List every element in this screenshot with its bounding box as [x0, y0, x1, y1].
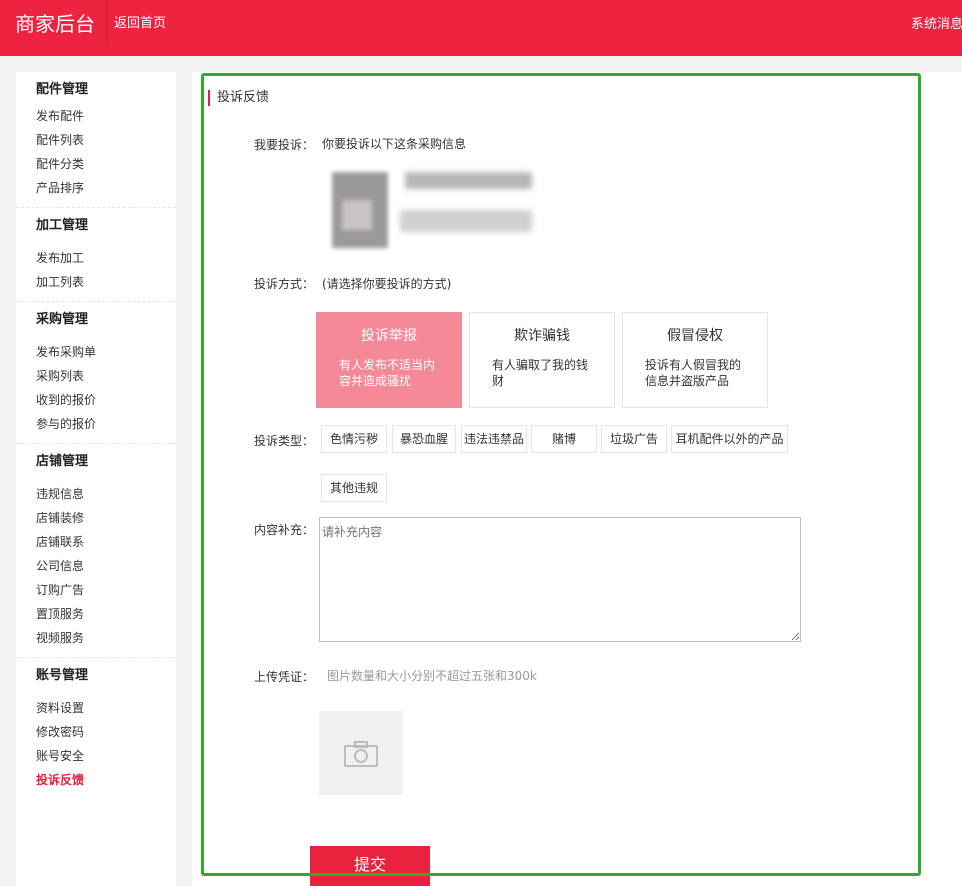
sidebar-item-part-category[interactable]: 配件分类 [36, 156, 84, 172]
sidebar-item-received-quotes[interactable]: 收到的报价 [36, 392, 96, 408]
sidebar-item-publish-processing[interactable]: 发布加工 [36, 250, 84, 266]
sidebar-item-company-info[interactable]: 公司信息 [36, 558, 84, 574]
sidebar-item-store-decor[interactable]: 店铺装修 [36, 510, 84, 526]
top-header: 商家后台 返回首页 系统消息 [0, 0, 962, 56]
sidebar-item-store-contact[interactable]: 店铺联系 [36, 534, 84, 550]
sidebar-item-joined-quotes[interactable]: 参与的报价 [36, 416, 96, 432]
sidebar-item-order-ads[interactable]: 订购广告 [36, 582, 84, 598]
sidebar-group-parts: 配件管理 [36, 82, 89, 97]
sidebar-item-pin-service[interactable]: 置顶服务 [36, 606, 84, 622]
sidebar-group-purchase: 采购管理 [36, 312, 89, 327]
sidebar-divider [16, 443, 176, 444]
system-messages-link[interactable]: 系统消息 [911, 16, 962, 34]
sidebar-item-part-list[interactable]: 配件列表 [36, 132, 84, 148]
focus-highlight [201, 73, 921, 876]
sidebar-group-processing: 加工管理 [36, 218, 89, 233]
sidebar: 配件管理 发布配件 配件列表 配件分类 产品排序 加工管理 发布加工 加工列表 … [16, 72, 176, 886]
sidebar-item-violations[interactable]: 违规信息 [36, 486, 84, 502]
sidebar-item-complaint-feedback[interactable]: 投诉反馈 [36, 772, 84, 788]
sidebar-item-publish-part[interactable]: 发布配件 [36, 108, 84, 124]
sidebar-item-change-password[interactable]: 修改密码 [36, 724, 84, 740]
sidebar-group-account: 账号管理 [36, 668, 89, 683]
sidebar-divider [16, 301, 176, 302]
sidebar-group-store: 店铺管理 [36, 454, 89, 469]
sidebar-item-account-security[interactable]: 账号安全 [36, 748, 84, 764]
sidebar-item-purchase-list[interactable]: 采购列表 [36, 368, 84, 384]
sidebar-divider [16, 657, 176, 658]
brand-title: 商家后台 [15, 12, 95, 36]
sidebar-item-product-sort[interactable]: 产品排序 [36, 180, 84, 196]
sidebar-item-profile-settings[interactable]: 资料设置 [36, 700, 84, 716]
home-link[interactable]: 返回首页 [114, 15, 166, 33]
sidebar-item-video-service[interactable]: 视频服务 [36, 630, 84, 646]
sidebar-item-publish-purchase[interactable]: 发布采购单 [36, 344, 96, 360]
sidebar-item-processing-list[interactable]: 加工列表 [36, 274, 84, 290]
header-divider [106, 0, 107, 44]
sidebar-divider [16, 207, 176, 208]
